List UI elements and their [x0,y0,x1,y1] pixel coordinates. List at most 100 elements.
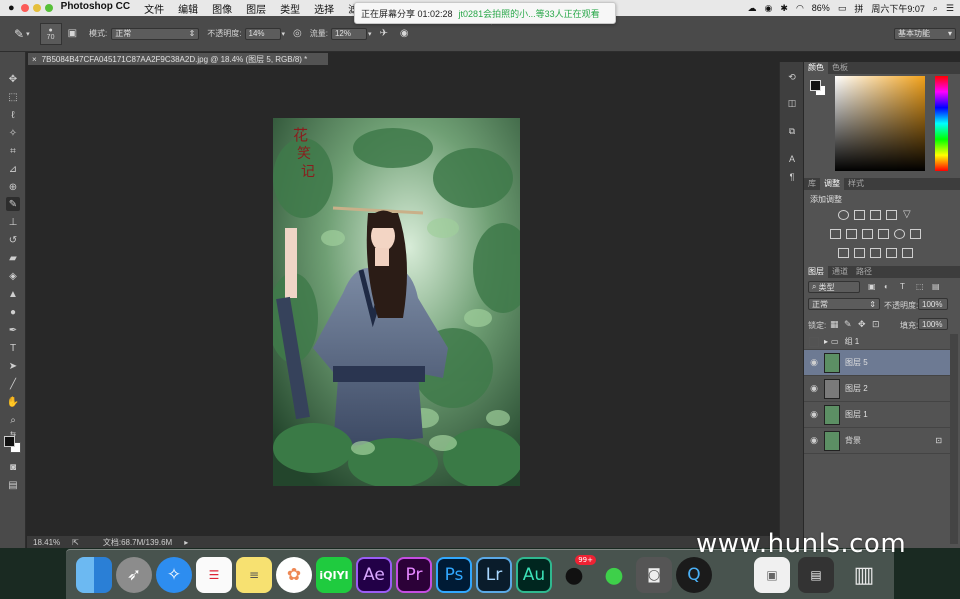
hand-tool-icon[interactable]: ✋ [6,395,20,409]
image-capture-icon[interactable]: ◙ [636,557,672,593]
battery-label[interactable]: 86% [812,3,830,13]
levels-icon[interactable] [854,210,865,220]
tab-libraries[interactable]: 库 [804,178,820,190]
safari-icon[interactable]: ✧ [156,557,192,593]
color-picker-field[interactable] [835,76,925,171]
color-lookup-icon[interactable] [910,229,921,239]
lasso-tool-icon[interactable]: ℓ [6,108,20,122]
color-balance-icon[interactable] [846,229,857,239]
filter-smart-icon[interactable]: ▤ [932,282,940,291]
launchpad-icon[interactable]: ➶ [116,557,152,593]
invert-icon[interactable] [838,248,849,258]
layers-scrollbar[interactable] [950,334,958,544]
battery-icon[interactable]: ▭ [838,3,847,14]
screen-mode-icon[interactable]: ▤ [6,478,20,492]
tab-paths[interactable]: 路径 [852,266,876,278]
iqiyi-icon[interactable]: iQIYI [316,557,352,593]
menu-type[interactable]: 类型 [280,1,300,16]
layer-row[interactable]: ◉ 图层 2 [804,376,950,402]
posterize-icon[interactable] [854,248,865,258]
lightroom-icon[interactable]: Lr [476,557,512,593]
curves-icon[interactable] [870,210,881,220]
shape-tool-icon[interactable]: ╱ [6,377,20,391]
dodge-tool-icon[interactable]: ● [6,305,20,319]
opacity-input[interactable]: 14% [244,27,281,40]
lock-all-icon[interactable]: ⊡ [872,319,880,330]
filter-shape-icon[interactable]: ⬚ [916,282,924,291]
type-tool-icon[interactable]: T [6,341,20,355]
tab-layers[interactable]: 图层 [804,266,828,278]
hue-saturation-icon[interactable] [830,229,841,239]
quick-mask-icon[interactable]: ◙ [6,460,20,474]
cloud-icon[interactable]: ☁ [748,3,757,14]
menu-file[interactable]: 文件 [144,1,164,16]
quicktime-icon[interactable]: Q [676,557,712,593]
close-window-button[interactable] [20,4,29,12]
exposure-icon[interactable] [886,210,897,220]
layer-filter-select[interactable]: ⌕ 类型 [808,281,860,293]
gradient-map-icon[interactable] [886,248,897,258]
eyedropper-tool-icon[interactable]: ⊿ [6,162,20,176]
photo-filter-icon[interactable] [878,229,889,239]
chevron-right-icon[interactable]: ▸ [184,538,188,547]
layer-opacity-input[interactable]: 100% [918,298,948,310]
preset-dropdown-icon[interactable]: ▾ [26,30,30,38]
flow-input[interactable]: 12% [330,27,367,40]
qq-status-icon[interactable]: ◉ [765,3,773,14]
airbrush-icon[interactable]: ✈ [380,28,388,39]
clone-stamp-tool-icon[interactable]: ⊥ [6,215,20,229]
pen-tool-icon[interactable]: ✒ [6,323,20,337]
input-method-icon[interactable]: 拼 [854,2,863,15]
move-tool-icon[interactable]: ✥ [6,72,20,86]
notes-icon[interactable]: ≡ [236,557,272,593]
zoom-window-button[interactable] [44,4,53,12]
pressure-opacity-icon[interactable]: ◎ [293,28,302,39]
quick-select-tool-icon[interactable]: ✧ [6,126,20,140]
channel-mixer-icon[interactable] [894,229,905,239]
properties-panel-icon[interactable]: ◫ [785,96,799,110]
menu-select[interactable]: 选择 [314,1,334,16]
brush-tool-preset-icon[interactable]: ✎ [14,27,24,41]
finder-icon[interactable] [76,557,112,593]
notification-center-icon[interactable]: ☰ [946,3,954,14]
tab-swatches[interactable]: 色板 [828,62,852,74]
after-effects-icon[interactable]: Ae [356,557,392,593]
hue-slider[interactable] [935,76,948,171]
screen-share-banner[interactable]: 正在屏幕分享 01:02:28 jt0281会拍照的小...等33人正在观看 [354,2,616,24]
menu-layer[interactable]: 图层 [246,1,266,16]
lock-position-icon[interactable]: ✥ [858,319,866,330]
layer-row[interactable]: ◉ 图层 1 [804,402,950,428]
filter-adjust-icon[interactable]: ◐ [884,282,889,291]
character-panel-icon[interactable]: A [785,152,799,166]
disclosure-triangle-icon[interactable]: ▸ [824,337,828,346]
bluetooth-icon[interactable]: ✱ [780,3,788,14]
audition-icon[interactable]: Au [516,557,552,593]
marquee-tool-icon[interactable]: ⬚ [6,90,20,104]
preview-icon[interactable]: ▣ [754,557,790,593]
menu-photoshop[interactable]: Photoshop CC [61,1,130,16]
filter-type-icon[interactable]: T [900,282,905,291]
vibrance-icon[interactable]: ▽ [902,210,913,220]
zoom-tool-icon[interactable]: ⌕ [6,413,20,427]
brush-tool-icon[interactable]: ✎ [6,197,20,211]
fill-input[interactable]: 100% [918,318,948,330]
brush-presets-icon[interactable]: ⧉ [785,124,799,138]
eraser-tool-icon[interactable]: ▰ [6,251,20,265]
opacity-slider-icon[interactable]: ▾ [282,30,286,38]
selective-color-icon[interactable] [902,248,913,258]
blur-tool-icon[interactable]: ▲ [6,287,20,301]
eye-icon[interactable]: ◉ [804,409,824,420]
workspace-select[interactable]: 基本功能 ▾ [894,27,956,40]
layer-row-group[interactable]: ▸ ▭ 组 1 [804,334,950,350]
qq-icon[interactable]: ● 99+ [556,555,596,593]
threshold-icon[interactable] [870,248,881,258]
tab-adjustments[interactable]: 调整 [820,178,844,190]
wifi-icon[interactable]: ◠ [796,3,804,14]
brightness-contrast-icon[interactable] [838,210,849,220]
layer-row-selected[interactable]: ◉ 图层 5 [804,350,950,376]
menu-image[interactable]: 图像 [212,1,232,16]
brush-size-picker[interactable]: ● 70 [39,22,62,45]
document-tab[interactable]: × 7B5084B47CFA045171C87AA2F9C38A2D.jpg @… [28,53,328,65]
minimize-window-button[interactable] [32,4,41,12]
tab-styles[interactable]: 样式 [844,178,868,190]
